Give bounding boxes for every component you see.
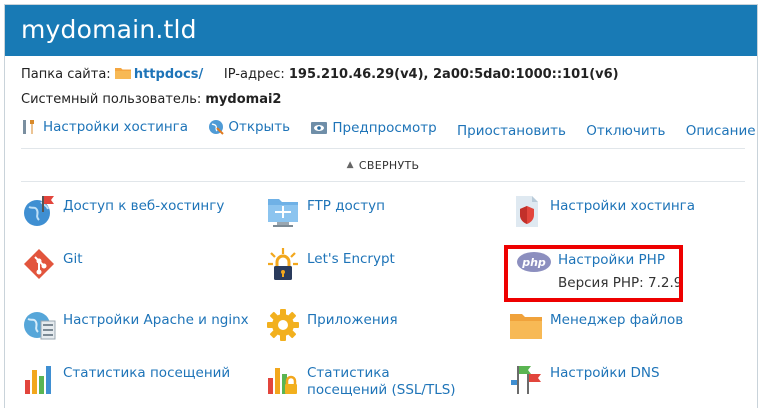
system-user-line: Системный пользователь: mydomai2 <box>21 92 281 107</box>
tool-visit-stats-ssl[interactable]: Статистика посещений (SSL/TLS) <box>265 360 467 399</box>
suspend-action-label: Приостановить <box>456 123 566 139</box>
tool-visit-stats-ssl-label: Статистика посещений (SSL/TLS) <box>307 365 456 398</box>
tool-ftp-access[interactable]: FTP доступ <box>265 193 385 229</box>
bar-chart-lock-icon <box>268 368 297 394</box>
folder-icon <box>114 67 131 79</box>
globe-server-icon <box>24 312 56 340</box>
system-user-value: mydomai2 <box>205 92 282 107</box>
preview-icon <box>311 122 328 134</box>
tool-lets-encrypt[interactable]: Let's Encrypt <box>265 246 395 282</box>
tools-icon <box>23 120 34 134</box>
ftp-folder-icon <box>268 199 298 227</box>
action-bar: Настройки хостинга Открыть Предпросмотр … <box>21 119 765 139</box>
document-shield-icon <box>516 196 538 227</box>
tool-apache-nginx[interactable]: Настройки Apache и nginx <box>21 307 249 343</box>
suspend-action[interactable]: Приостановить <box>457 123 566 139</box>
tool-dns-settings[interactable]: Настройки DNS <box>508 360 660 396</box>
globe-flag-icon <box>24 196 54 226</box>
dns-flags-icon <box>511 366 541 394</box>
folder-link[interactable]: httpdocs/ <box>134 67 203 82</box>
preview-action-label: Предпросмотр <box>332 120 437 136</box>
lets-encrypt-lock-icon <box>268 248 298 280</box>
tool-lets-encrypt-label: Let's Encrypt <box>307 251 395 267</box>
domain-panel: mydomain.tld Папка сайта: httpdocs/ IP-а… <box>4 4 758 408</box>
tool-git[interactable]: Git <box>21 246 83 282</box>
tool-applications-label: Приложения <box>307 312 398 328</box>
tool-file-manager[interactable]: Менеджер файлов <box>508 307 683 343</box>
tool-git-label: Git <box>63 251 83 267</box>
php-settings-highlight-box <box>504 245 683 302</box>
tool-file-manager-label: Менеджер файлов <box>550 312 684 328</box>
hosting-settings-action-label: Настройки хостинга <box>43 119 189 135</box>
chevron-up-icon: ▲ <box>346 160 354 170</box>
tool-web-hosting-access-label: Доступ к веб-хостингу <box>63 198 225 214</box>
tool-ftp-access-label: FTP доступ <box>307 198 385 214</box>
tool-applications[interactable]: Приложения <box>265 307 398 343</box>
tool-hosting-settings-label: Настройки хостинга <box>550 198 696 214</box>
open-action-label: Открыть <box>228 119 291 135</box>
git-icon <box>24 249 54 279</box>
disable-action-label: Отключить <box>586 123 666 139</box>
disable-action[interactable]: Отключить <box>586 123 665 139</box>
tool-hosting-settings[interactable]: Настройки хостинга <box>508 193 695 229</box>
collapse-label: СВЕРНУТЬ <box>358 158 420 172</box>
open-action[interactable]: Открыть <box>208 119 290 135</box>
tool-apache-nginx-label: Настройки Apache и nginx <box>63 312 249 328</box>
collapse-toggle[interactable]: ▲ СВЕРНУТЬ <box>21 148 745 182</box>
site-info-line: Папка сайта: httpdocs/ IP-адрес: 195.210… <box>21 67 619 82</box>
preview-action[interactable]: Предпросмотр <box>310 120 437 136</box>
gear-icon <box>267 309 299 341</box>
description-action[interactable]: Описание <box>686 123 756 139</box>
tool-web-hosting-access[interactable]: Доступ к веб-хостингу <box>21 193 224 229</box>
hosting-settings-action[interactable]: Настройки хостинга <box>21 119 188 135</box>
tool-dns-settings-label: Настройки DNS <box>550 365 660 381</box>
tool-visit-stats[interactable]: Статистика посещений <box>21 360 230 396</box>
domain-title[interactable]: mydomain.tld <box>21 13 197 47</box>
bar-chart-icon <box>25 366 51 394</box>
description-action-label: Описание <box>685 123 756 139</box>
ip-label: IP-адрес: <box>223 67 285 82</box>
globe-open-icon <box>209 120 225 135</box>
folder-label: Папка сайта: <box>21 67 111 82</box>
panel-header: mydomain.tld <box>5 5 757 56</box>
tool-visit-stats-label: Статистика посещений <box>63 365 231 381</box>
system-user-label: Системный пользователь: <box>21 92 202 107</box>
folder-icon <box>510 314 542 339</box>
ip-value: 195.210.46.29(v4), 2a00:5da0:1000::101(v… <box>288 67 619 82</box>
